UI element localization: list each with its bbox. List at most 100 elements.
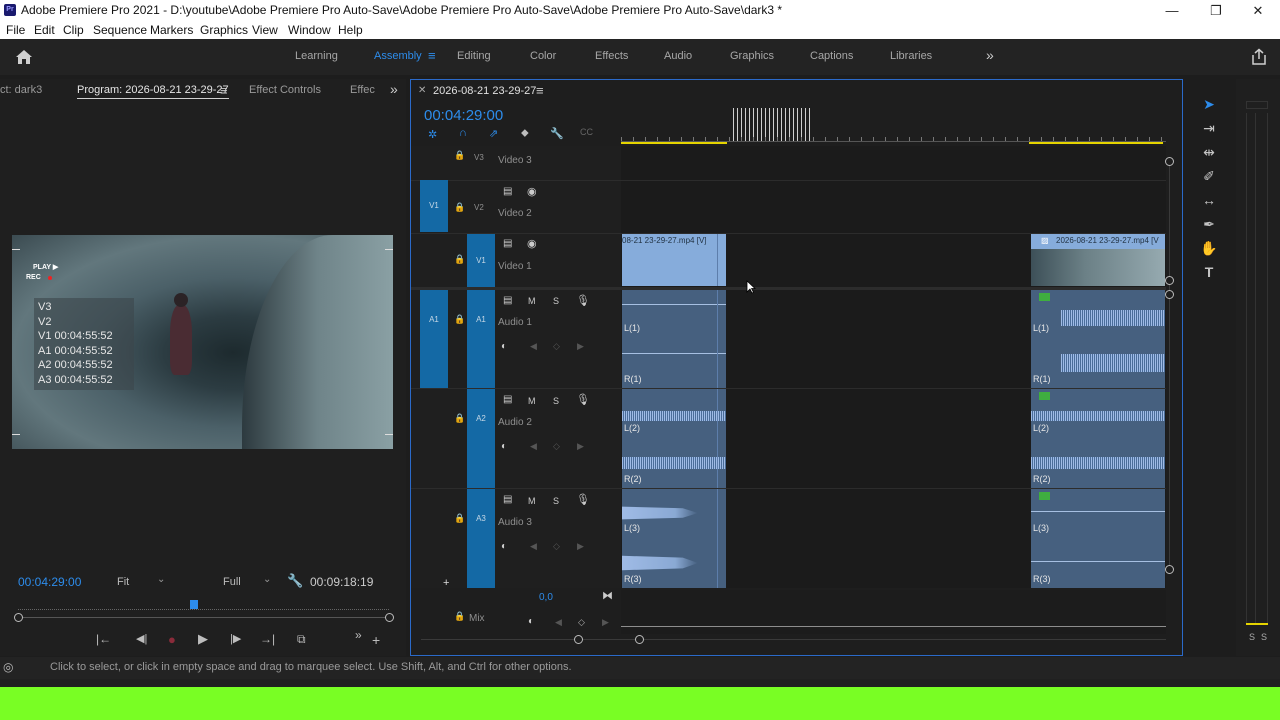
snap-icon[interactable]: ∩ — [459, 127, 467, 139]
menu-window[interactable]: Window — [288, 23, 331, 37]
volume-knob-icon[interactable]: ◐ — [501, 541, 507, 552]
source-patch-a1[interactable]: A1 — [420, 290, 448, 388]
mute-button[interactable]: M — [528, 396, 536, 406]
program-time-ruler[interactable] — [18, 609, 389, 610]
export-frame-icon[interactable]: ⧉ — [297, 632, 306, 647]
lock-icon[interactable]: 🔒 — [454, 513, 465, 524]
minimize-button[interactable]: — — [1150, 0, 1194, 21]
video-clip[interactable]: ▨ 2026-08-21 23-29-27.mp4 [V — [1031, 234, 1165, 286]
time-ruler[interactable] — [621, 108, 1166, 144]
nest-icon[interactable]: ✲ — [428, 128, 437, 141]
play-icon[interactable]: ▶ — [198, 631, 208, 647]
mute-button[interactable]: M — [528, 496, 536, 506]
sync-lock-icon[interactable]: ▤ — [503, 295, 512, 306]
mic-icon[interactable]: 🎙 — [576, 294, 590, 307]
pen-tool-icon[interactable]: ✒ — [1200, 215, 1218, 233]
timeline-timecode[interactable]: 00:04:29:00 — [424, 107, 503, 124]
volume-knob-icon[interactable]: ◐ — [528, 616, 534, 627]
scroll-handle[interactable] — [1165, 565, 1174, 574]
tab-program[interactable]: Program: 2026-08-21 23-29-27 — [77, 84, 229, 96]
razor-tool-icon[interactable]: ✐ — [1200, 167, 1218, 185]
panel-menu-icon[interactable]: ≡ — [536, 83, 544, 98]
volume-knob-icon[interactable]: ◐ — [501, 341, 507, 352]
workspace-libraries[interactable]: Libraries — [890, 50, 932, 62]
tab-effect-controls[interactable]: Effect Controls — [249, 84, 321, 96]
selection-tool-icon[interactable]: ➤ — [1200, 95, 1218, 113]
next-keyframe-icon[interactable]: ▶ — [602, 617, 609, 628]
chevron-down-icon[interactable]: ⌄ — [263, 574, 271, 585]
menu-graphics[interactable]: Graphics — [200, 23, 248, 37]
next-keyframe-icon[interactable]: ▶ — [577, 441, 584, 452]
mic-icon[interactable]: 🎙 — [576, 393, 590, 406]
audio-clip[interactable]: L(2) R(2) — [1031, 389, 1165, 488]
tab-source[interactable]: ct: dark3 — [0, 84, 42, 96]
track-name-video1[interactable]: Video 1 — [498, 261, 532, 272]
audio-clip[interactable]: L(2) R(2) — [622, 389, 726, 488]
menu-file[interactable]: File — [6, 23, 25, 37]
horizontal-scrollbar[interactable] — [421, 639, 1166, 640]
solo-button[interactable]: S — [553, 396, 559, 406]
go-to-out-icon[interactable]: →| — [260, 632, 275, 646]
scroll-handle[interactable] — [1165, 290, 1174, 299]
keyframe-icon[interactable]: ◇ — [578, 617, 585, 628]
step-back-icon[interactable]: ◀| — [136, 632, 147, 645]
mix-toggle-icon[interactable]: ⧓ — [602, 589, 613, 602]
track-name-audio3[interactable]: Audio 3 — [498, 517, 532, 528]
volume-knob-icon[interactable]: ◐ — [501, 441, 507, 452]
track-target-a1[interactable]: A1 — [467, 290, 495, 388]
tab-effects[interactable]: Effec — [350, 84, 375, 96]
video-clip[interactable]: 08-21 23-29-27.mp4 [V] — [622, 234, 726, 286]
solo-button[interactable]: S — [553, 296, 559, 306]
audio-vertical-scrollbar[interactable] — [1169, 295, 1170, 570]
mix-track[interactable] — [621, 590, 1166, 634]
audio-clip[interactable]: L(3) R(3) — [622, 489, 726, 588]
sync-lock-icon[interactable]: ▤ — [503, 238, 512, 249]
record-icon[interactable]: ● — [168, 632, 176, 647]
mute-button[interactable]: M — [528, 296, 536, 306]
next-keyframe-icon[interactable]: ▶ — [577, 341, 584, 352]
keyframe-icon[interactable]: ◇ — [553, 541, 560, 552]
sync-lock-icon[interactable]: ▤ — [503, 494, 512, 505]
tab-sequence[interactable]: 2026-08-21 23-29-27 — [433, 85, 536, 97]
chevron-down-icon[interactable]: ⌄ — [157, 574, 165, 585]
scroll-handle-left[interactable] — [574, 635, 583, 644]
ripple-edit-tool-icon[interactable]: ⇹ — [1200, 143, 1218, 161]
program-playhead-timecode[interactable]: 00:04:29:00 — [18, 575, 81, 589]
workspace-color[interactable]: Color — [530, 50, 556, 62]
workspace-effects[interactable]: Effects — [595, 50, 628, 62]
track-name-mix[interactable]: Mix — [469, 613, 485, 624]
workspace-assembly[interactable]: Assembly — [374, 50, 422, 62]
next-keyframe-icon[interactable]: ▶ — [577, 541, 584, 552]
close-tab-icon[interactable]: ✕ — [418, 85, 426, 96]
video-vertical-scrollbar[interactable] — [1169, 160, 1170, 290]
zoom-handle-left[interactable] — [14, 613, 23, 622]
hand-tool-icon[interactable]: ✋ — [1200, 239, 1218, 257]
track-name-video2[interactable]: Video 2 — [498, 208, 532, 219]
audio-clip[interactable]: L(3) R(3) — [1031, 489, 1165, 588]
lock-icon[interactable]: 🔒 — [454, 413, 465, 424]
track-target-a2[interactable]: A2 — [467, 389, 495, 488]
track-target-v1[interactable]: V1 — [467, 234, 495, 287]
audio-clip[interactable]: L(1) R(1) — [1031, 290, 1165, 388]
scroll-handle[interactable] — [1165, 157, 1174, 166]
prev-keyframe-icon[interactable]: ◀ — [530, 341, 537, 352]
resolution-dropdown[interactable]: Full — [223, 576, 241, 588]
prev-keyframe-icon[interactable]: ◀ — [530, 541, 537, 552]
scroll-handle[interactable] — [1165, 276, 1174, 285]
sync-lock-icon[interactable]: ▤ — [503, 186, 512, 197]
lock-icon[interactable]: 🔒 — [454, 150, 465, 161]
slip-tool-icon[interactable]: ↔ — [1200, 191, 1218, 209]
track-id-v3[interactable]: V3 — [474, 153, 484, 162]
prev-keyframe-icon[interactable]: ◀ — [555, 617, 562, 628]
track-id-v2[interactable]: V2 — [474, 203, 484, 212]
solo-button[interactable]: S — [553, 496, 559, 506]
track-target-a3[interactable]: A3 — [467, 489, 495, 588]
menu-edit[interactable]: Edit — [34, 23, 55, 37]
restore-button[interactable]: ❐ — [1194, 0, 1238, 21]
keyframe-icon[interactable]: ◇ — [553, 341, 560, 352]
fit-dropdown[interactable]: Fit — [117, 576, 129, 588]
menu-clip[interactable]: Clip — [63, 23, 84, 37]
audio-clip[interactable]: L(1) R(1) — [622, 290, 726, 388]
add-track-icon[interactable]: + — [443, 577, 449, 589]
go-to-in-icon[interactable]: |← — [96, 632, 111, 646]
